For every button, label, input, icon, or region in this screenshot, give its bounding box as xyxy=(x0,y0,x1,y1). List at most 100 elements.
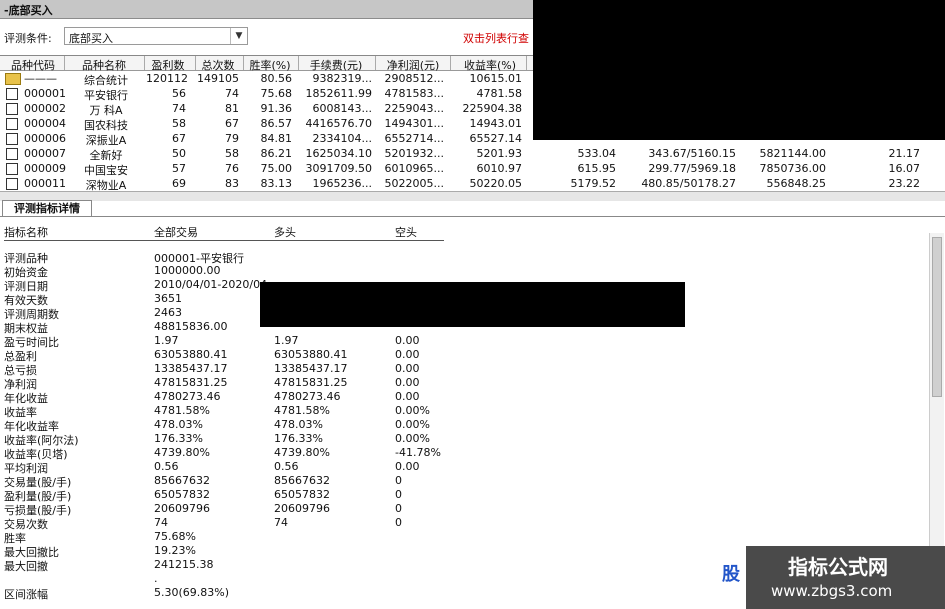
cell-value: 86.21 xyxy=(260,147,293,160)
table-row[interactable]: 000007 全新好 50 58 86.21 1625034.10 5201932... 52… xyxy=(0,146,932,162)
detail-cell: 65057832 xyxy=(154,488,210,501)
condition-label: 评测条件: xyxy=(4,32,52,45)
splitter[interactable] xyxy=(0,191,945,201)
detail-cell: 0.56 xyxy=(274,460,299,473)
table-row[interactable]: 000009 中国宝安 57 76 75.00 3091709.50 6010965... 6… xyxy=(0,161,932,177)
cell-value: 9382319... xyxy=(312,72,372,85)
col-divider xyxy=(375,56,376,70)
cell-value: 67 xyxy=(225,117,239,130)
cell-value: 5201932... xyxy=(384,147,444,160)
detail-cell: 85667632 xyxy=(154,474,210,487)
checkbox[interactable] xyxy=(6,178,18,190)
detail-row: 最大回撤比 19.23% xyxy=(0,544,600,559)
cell-value: 75.00 xyxy=(260,162,293,175)
watermark-logo: 指标公式网 www.zbgs3.com xyxy=(746,546,945,609)
watermark-url: www.zbgs3.com xyxy=(771,582,893,600)
tab-underline xyxy=(0,216,945,217)
detail-cell: 65057832 xyxy=(274,488,330,501)
detail-row: 评测品种 000001-平安银行 xyxy=(0,250,600,265)
checkbox[interactable] xyxy=(6,163,18,175)
detail-cell: 19.23% xyxy=(154,544,196,557)
detail-cell: -41.78% xyxy=(395,446,441,459)
detail-cell: 85667632 xyxy=(274,474,330,487)
detail-cell: 241215.38 xyxy=(154,558,214,571)
detail-cell: 74 xyxy=(154,516,168,529)
detail-cell: 0.00 xyxy=(395,348,420,361)
detail-row: 亏损量(股/手) 20609796 20609796 0 xyxy=(0,502,600,517)
cell-extra-value: 615.95 xyxy=(577,162,617,175)
detail-cell: 4739.80% xyxy=(274,446,330,459)
cell-value: 75.68 xyxy=(260,87,293,100)
detail-row: 净利润 47815831.25 47815831.25 0.00 xyxy=(0,376,600,391)
checkbox[interactable] xyxy=(6,103,18,115)
checkbox[interactable] xyxy=(6,133,18,145)
cell-value: 76 xyxy=(225,162,239,175)
detail-cell: 75.68% xyxy=(154,530,196,543)
cell-value: 3091709.50 xyxy=(305,162,372,175)
cell-value: 225904.38 xyxy=(462,102,523,115)
detail-cell: 0.00 xyxy=(395,362,420,375)
detail-cell: 478.03% xyxy=(274,418,323,431)
detail-header-short: 空头 xyxy=(395,226,417,239)
detail-header-name: 指标名称 xyxy=(4,226,48,239)
cell-value: 58 xyxy=(225,147,239,160)
cell-extra-value: 299.77/5969.18 xyxy=(648,162,736,175)
cell-value: 65527.14 xyxy=(469,132,523,145)
cell-value: 74 xyxy=(172,102,186,115)
detail-cell: 478.03% xyxy=(154,418,203,431)
cell-value: 58 xyxy=(172,117,186,130)
cell-value: 2259043... xyxy=(384,102,444,115)
detail-cell: 20609796 xyxy=(274,502,330,515)
chevron-down-icon[interactable]: ▼ xyxy=(230,28,247,44)
detail-cell: 0.00 xyxy=(395,376,420,389)
cell-value: 10615.01 xyxy=(469,72,523,85)
detail-cell: 63053880.41 xyxy=(154,348,228,361)
detail-scrollbar[interactable] xyxy=(929,233,944,593)
detail-cell: 13385437.17 xyxy=(274,362,348,375)
checkbox[interactable] xyxy=(6,118,18,130)
table-row[interactable]: 000011 深物业A 69 83 83.13 1965236... 5022005... 5… xyxy=(0,176,932,192)
cell-value: 2334104... xyxy=(312,132,372,145)
detail-row: 初始资金 1000000.00 xyxy=(0,264,600,279)
cell-value: 14943.01 xyxy=(469,117,523,130)
checkbox[interactable] xyxy=(6,148,18,160)
detail-row: 总亏损 13385437.17 13385437.17 0.00 xyxy=(0,362,600,377)
detail-cell: 0.56 xyxy=(154,460,179,473)
col-divider xyxy=(298,56,299,70)
detail-cell: 4781.58% xyxy=(274,404,330,417)
col-divider xyxy=(243,56,244,70)
detail-header-divider xyxy=(4,240,444,241)
detail-cell: 4739.80% xyxy=(154,446,210,459)
cell-value: 69 xyxy=(172,177,186,190)
checkbox[interactable] xyxy=(6,88,18,100)
watermark-title: 指标公式网 xyxy=(788,555,888,579)
detail-row: . xyxy=(0,572,600,586)
cell-value: 149105 xyxy=(197,72,239,85)
detail-cell: 0.00% xyxy=(395,404,430,417)
detail-row: 总盈利 63053880.41 63053880.41 0.00 xyxy=(0,348,600,363)
condition-select[interactable]: 底部买入 ▼ xyxy=(64,27,248,45)
cell-value: 91.36 xyxy=(260,102,293,115)
detail-cell: 20609796 xyxy=(154,502,210,515)
detail-row: 收益率(贝塔) 4739.80% 4739.80% -41.78% xyxy=(0,446,600,461)
window-title: -底部买入 xyxy=(4,4,53,17)
cell-extra-value: 533.04 xyxy=(577,147,617,160)
cell-extra-value: 16.07 xyxy=(888,162,921,175)
detail-cell: 3651 xyxy=(154,292,182,305)
cell-code: 000002 xyxy=(24,102,66,115)
detail-cell: 5.30(69.83%) xyxy=(154,586,230,599)
detail-cell: 0 xyxy=(395,488,402,501)
detail-cell: 1.97 xyxy=(274,334,299,347)
cell-code: 000004 xyxy=(24,117,66,130)
detail-cell: 74 xyxy=(274,516,288,529)
detail-cell: 2463 xyxy=(154,306,182,319)
col-divider xyxy=(64,56,65,70)
cell-value: 1852611.99 xyxy=(305,87,372,100)
tab-detail[interactable]: 评测指标详情 xyxy=(2,200,92,217)
cell-value: 79 xyxy=(225,132,239,145)
cell-extra-value: 21.17 xyxy=(888,147,921,160)
scrollbar-thumb[interactable] xyxy=(932,237,942,397)
cell-value: 50220.05 xyxy=(469,177,523,190)
cell-code: 000007 xyxy=(24,147,66,160)
cell-value: 84.81 xyxy=(260,132,293,145)
